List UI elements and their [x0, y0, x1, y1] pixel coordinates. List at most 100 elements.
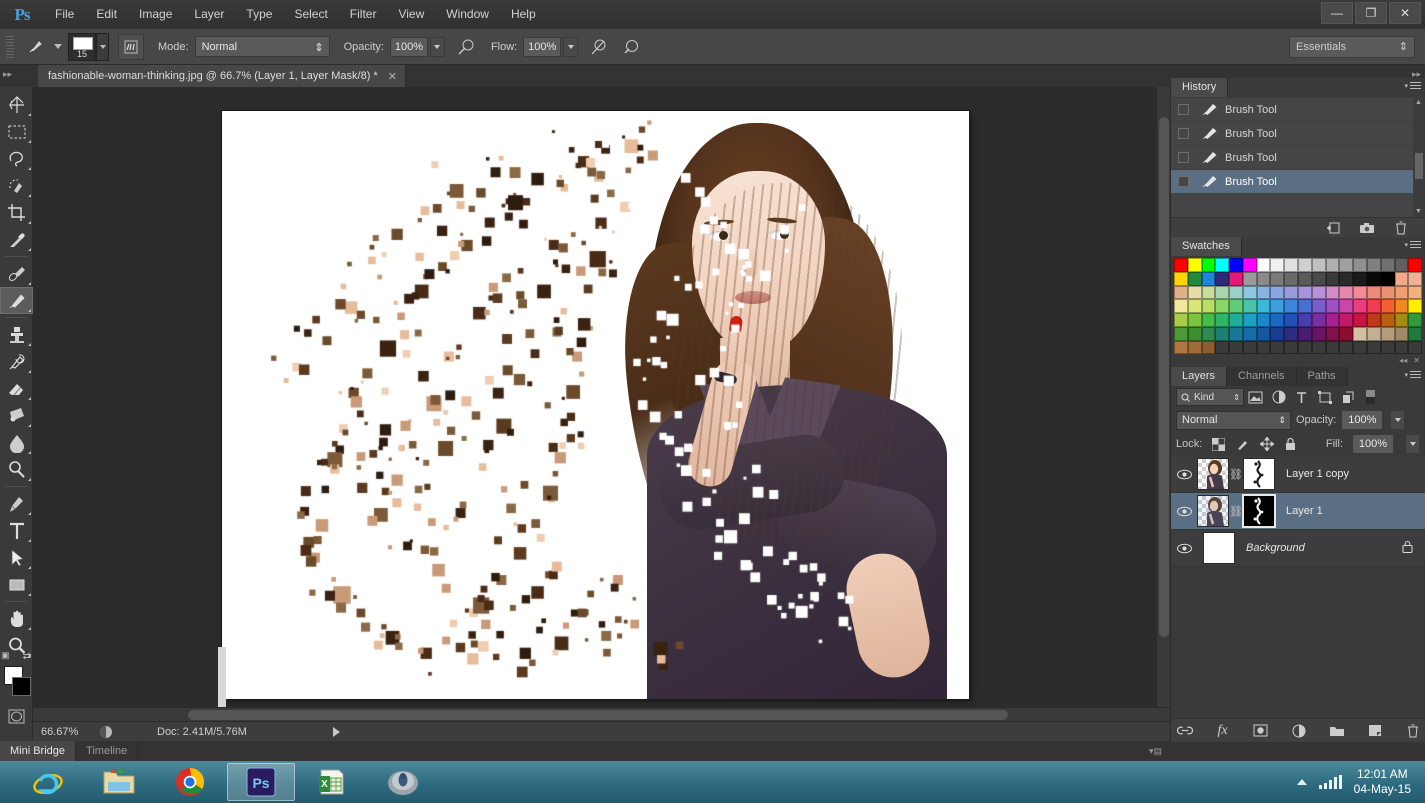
rectangle-tool[interactable] [0, 571, 33, 598]
color-swatch[interactable] [1394, 258, 1409, 272]
tab-swatches[interactable]: Swatches [1171, 237, 1242, 256]
zoom-level[interactable]: 66.67% [33, 726, 95, 738]
rectangular-marquee-tool[interactable] [0, 118, 33, 145]
minimize-button[interactable]: — [1321, 2, 1353, 24]
layer-blend-mode-select[interactable]: Normal ⇕ [1176, 410, 1291, 430]
brush-panel-icon[interactable] [118, 33, 144, 60]
layer-thumbnail[interactable] [1197, 495, 1229, 528]
layer-mask-thumbnail[interactable] [1242, 494, 1276, 529]
layer-mask-link-icon[interactable]: ⛓ [1229, 468, 1243, 481]
bottom-tab-timeline[interactable]: Timeline [76, 741, 139, 761]
color-swatch[interactable] [1311, 313, 1326, 327]
layer-row[interactable]: ⛓ Layer 1 copy [1171, 456, 1425, 494]
color-swatch[interactable] [1215, 271, 1230, 286]
lock-position-icon[interactable] [1259, 437, 1274, 452]
color-swatch[interactable] [1242, 313, 1257, 327]
link-layers-icon[interactable] [1176, 724, 1193, 738]
lock-image-pixels-icon[interactable] [1235, 437, 1250, 452]
history-source-checkbox[interactable] [1178, 152, 1189, 163]
filter-pixel-icon[interactable] [1244, 387, 1267, 407]
menu-select[interactable]: Select [283, 0, 338, 29]
color-swatch[interactable] [1270, 285, 1285, 300]
blend-mode-select[interactable]: Normal ⇕ [194, 36, 330, 57]
color-swatch[interactable] [1215, 258, 1230, 272]
new-layer-icon[interactable] [1367, 724, 1383, 738]
color-swatch[interactable] [1353, 285, 1367, 300]
color-swatch[interactable] [1353, 326, 1367, 341]
layer-visibility-toggle[interactable] [1171, 506, 1197, 517]
color-swatch[interactable] [1270, 299, 1285, 314]
color-swatch[interactable] [1174, 271, 1188, 286]
workspace-selector[interactable]: Essentials ⇕ [1289, 35, 1415, 58]
color-swatch[interactable] [1270, 258, 1285, 272]
color-swatch[interactable] [1408, 313, 1423, 327]
background-color-swatch[interactable] [12, 677, 31, 696]
color-swatch[interactable] [1311, 285, 1326, 300]
close-icon[interactable]: ✕ [1413, 356, 1420, 365]
history-source-checkbox[interactable] [1178, 104, 1189, 115]
color-swatch[interactable] [1366, 326, 1381, 341]
color-swatch[interactable] [1353, 271, 1367, 286]
menu-view[interactable]: View [387, 0, 435, 29]
filter-toggle-icon[interactable] [1359, 387, 1382, 407]
color-swatch[interactable] [1353, 313, 1367, 327]
eyedropper-tool[interactable] [0, 226, 33, 253]
clone-stamp-tool[interactable] [0, 321, 33, 348]
color-swatch[interactable] [1174, 285, 1188, 300]
eraser-tool[interactable] [0, 375, 33, 402]
color-swatch[interactable] [1298, 271, 1312, 286]
scroll-up-icon[interactable]: ▲ [1415, 99, 1422, 106]
color-swatch[interactable] [1380, 271, 1395, 286]
color-swatch[interactable] [1270, 271, 1285, 286]
color-swatch[interactable] [1187, 271, 1202, 286]
tab-layers[interactable]: Layers [1171, 367, 1228, 387]
color-swatch[interactable] [1284, 258, 1299, 272]
collapse-panels-icon[interactable]: ▸▸ [3, 69, 12, 80]
color-swatch[interactable] [1380, 258, 1395, 272]
path-selection-tool[interactable] [0, 544, 33, 571]
color-swatch[interactable] [1339, 299, 1354, 314]
color-swatch[interactable] [1298, 258, 1312, 272]
close-icon[interactable]: ✕ [388, 70, 397, 83]
color-swatch[interactable] [1229, 299, 1243, 314]
history-scrollbar[interactable]: ▲ ▼ [1413, 97, 1425, 217]
move-tool[interactable] [0, 91, 33, 118]
add-layer-mask-icon[interactable] [1253, 724, 1269, 738]
airbrush-icon[interactable] [588, 36, 610, 58]
color-swatch[interactable] [1187, 340, 1202, 355]
color-swatch[interactable] [1339, 285, 1354, 300]
tab-paths[interactable]: Paths [1296, 367, 1348, 387]
layer-visibility-toggle[interactable] [1171, 469, 1197, 480]
taskbar-clock[interactable]: 12:01 AM 04-May-15 [1354, 767, 1411, 797]
layer-mask-link-icon[interactable]: ⛓ [1229, 505, 1243, 518]
tablet-pressure-size-icon[interactable] [620, 36, 642, 58]
default-colors-icon[interactable]: ▣ [1, 650, 10, 661]
close-button[interactable]: ✕ [1389, 2, 1421, 24]
canvas-vertical-scrollbar[interactable] [1156, 87, 1170, 721]
color-swatch[interactable] [1380, 340, 1395, 355]
color-swatch[interactable] [1325, 258, 1340, 272]
color-swatch[interactable] [1270, 313, 1285, 327]
color-swatch[interactable] [1394, 299, 1409, 314]
color-swatch[interactable] [1339, 326, 1354, 341]
color-swatch[interactable] [1229, 326, 1243, 341]
opacity-chevron-down-icon[interactable] [429, 36, 445, 57]
color-swatch[interactable] [1366, 285, 1381, 300]
new-adjustment-layer-icon[interactable] [1291, 724, 1307, 738]
history-item[interactable]: Brush Tool [1171, 97, 1425, 121]
color-swatch[interactable] [1380, 326, 1395, 341]
options-bar-grip[interactable] [6, 35, 14, 58]
color-swatch[interactable] [1408, 340, 1423, 355]
bottom-tab-mini-bridge[interactable]: Mini Bridge [0, 741, 77, 761]
color-swatch[interactable] [1298, 313, 1312, 327]
layer-thumbnail[interactable] [1197, 458, 1229, 491]
color-swatch[interactable] [1311, 340, 1326, 355]
new-document-from-state-icon[interactable] [1325, 221, 1341, 235]
taskbar-item-google-chrome[interactable] [156, 763, 224, 801]
taskbar-item-file-explorer[interactable] [85, 763, 153, 801]
color-swatch[interactable] [1242, 285, 1257, 300]
color-swatch[interactable] [1242, 299, 1257, 314]
brush-preset-picker-button[interactable] [96, 32, 109, 61]
lock-all-icon[interactable] [1283, 437, 1298, 452]
menu-help[interactable]: Help [500, 0, 547, 29]
